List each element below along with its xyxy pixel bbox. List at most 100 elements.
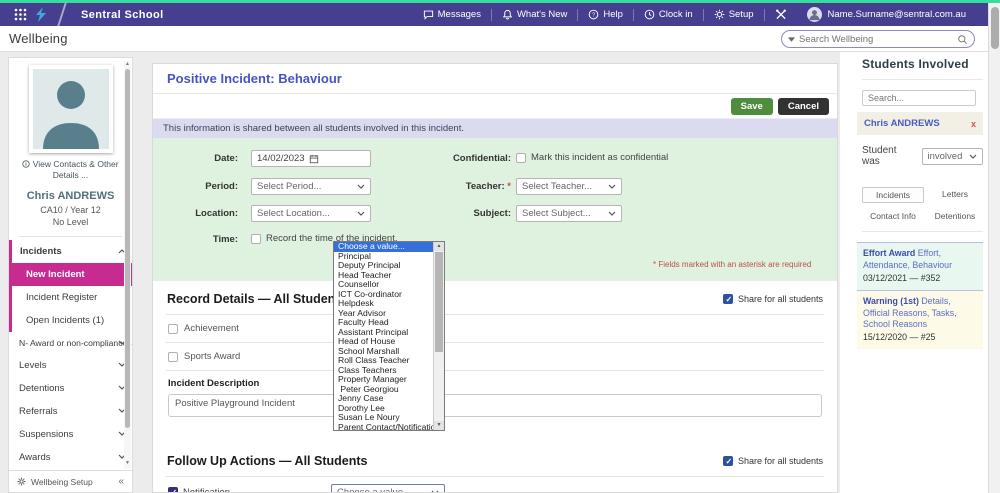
involvement-select[interactable]: involved (922, 148, 984, 165)
setup-button[interactable]: Setup (704, 3, 764, 26)
incident-form-card: Positive Incident: Behaviour Save Cancel… (152, 63, 838, 493)
student-search-input[interactable] (862, 90, 976, 106)
share-checkbox[interactable] (723, 294, 733, 304)
whats-new-button[interactable]: What's New (492, 3, 577, 26)
chevron-down-icon (357, 211, 365, 216)
chevron-down-icon (608, 184, 616, 189)
student-sidebar: View Contacts & Other Details ... Chris … (8, 57, 133, 493)
sports-award-row: Sports Award (166, 343, 824, 371)
achievement-checkbox[interactable] (168, 324, 178, 334)
dropdown-option[interactable]: Parent Contact/Notification (334, 423, 433, 431)
scroll-up-icon[interactable]: ▲ (124, 61, 131, 67)
module-title: Wellbeing (0, 31, 68, 46)
location-select[interactable]: Select Location... (251, 205, 371, 222)
dropdown-option[interactable]: Year Advisor (334, 309, 433, 319)
notification-select[interactable]: Choose a value... (331, 484, 445, 493)
tab-letters[interactable]: Letters (924, 187, 986, 203)
teacher-select[interactable]: Select Teacher... (516, 178, 622, 195)
dropdown-option[interactable]: Deputy Principal (334, 261, 433, 271)
dropdown-option[interactable]: Susan Le Noury (334, 413, 433, 423)
date-input[interactable]: 14/02/2023 (251, 150, 371, 167)
help-button[interactable]: ? Help (578, 3, 633, 26)
dropdown-option[interactable]: Head Teacher (334, 271, 433, 281)
notification-checkbox[interactable] (168, 487, 178, 493)
dropdown-option[interactable]: Counsellor (334, 280, 433, 290)
share-all-students: Share for all students (723, 456, 823, 466)
involved-student-name[interactable]: Chris ANDREWS (864, 118, 940, 129)
period-select[interactable]: Select Period... (251, 178, 371, 195)
search-input[interactable] (799, 34, 953, 45)
date-label: Date: (153, 153, 238, 164)
subject-select[interactable]: Select Subject... (516, 205, 622, 222)
sidebar-scrollbar[interactable] (124, 61, 131, 469)
tab-contact-info[interactable]: Contact Info (862, 209, 924, 223)
tab-incidents[interactable]: Incidents (862, 187, 924, 203)
menu-detentions[interactable]: Detentions (9, 377, 132, 400)
scroll-down-icon[interactable]: ▼ (434, 421, 444, 430)
dropdown-option[interactable]: Head of House (334, 337, 433, 347)
menu-incident-register[interactable]: Incident Register (12, 286, 132, 309)
dropdown-option[interactable]: Faculty Head (334, 318, 433, 328)
teacher-label: Teacher: * (423, 181, 511, 192)
menu-referrals[interactable]: Referrals (9, 400, 132, 423)
dropdown-option[interactable]: Roll Class Teacher (334, 356, 433, 366)
gear-icon (17, 477, 26, 486)
view-contacts-link[interactable]: View Contacts & Other Details ... (9, 159, 132, 181)
help-icon: ? (588, 9, 599, 20)
cancel-button[interactable]: Cancel (778, 98, 829, 115)
menu-open-incidents[interactable]: Open Incidents (1) (12, 309, 132, 332)
clock-in-button[interactable]: Clock in (634, 3, 703, 26)
dropdown-option[interactable]: Assistant Principal (334, 328, 433, 338)
search-icon[interactable] (957, 34, 968, 45)
share-checkbox[interactable] (723, 456, 733, 466)
student-photo[interactable] (29, 65, 113, 153)
dropdown-option[interactable]: Helpdesk (334, 299, 433, 309)
dropdown-scrollbar[interactable]: ▲ ▼ (433, 242, 444, 430)
search-caret-icon[interactable] (788, 37, 795, 42)
scrollbar-thumb[interactable] (435, 252, 443, 352)
messages-icon (423, 9, 434, 20)
menu-suspensions[interactable]: Suspensions (9, 423, 132, 446)
user-avatar[interactable] (807, 7, 822, 22)
menu-n-award[interactable]: N- Award or non-compliances (9, 332, 132, 354)
history-item-warning[interactable]: Warning (1st) Details, Official Reasons,… (857, 290, 983, 350)
divider (19, 236, 122, 237)
remove-student-icon[interactable]: x (971, 119, 976, 129)
menu-levels[interactable]: Levels (9, 354, 132, 377)
page-scrollbar[interactable] (988, 3, 1000, 493)
save-button[interactable]: Save (731, 98, 773, 115)
menu-awards[interactable]: Awards (9, 446, 132, 469)
tools-button[interactable] (765, 3, 797, 26)
history-item-effort-award[interactable]: Effort Award Effort, Attendance, Behavio… (857, 242, 983, 290)
user-email[interactable]: Name.Surname@sentral.com.au (828, 9, 966, 20)
menu-incidents[interactable]: Incidents (12, 240, 132, 263)
dropdown-option[interactable]: Class Teachers (334, 366, 433, 376)
dropdown-option[interactable]: Jenny Case (334, 394, 433, 404)
messages-button[interactable]: Messages (413, 3, 491, 26)
dropdown-option[interactable]: Peter Georgiou (334, 385, 433, 395)
subject-label: Subject: (423, 208, 511, 219)
menu-new-incident[interactable]: New Incident (12, 263, 132, 286)
wellbeing-setup-bar[interactable]: Wellbeing Setup « (9, 470, 132, 492)
dropdown-option[interactable]: ICT Co-ordinator (334, 290, 433, 300)
dropdown-option[interactable]: Property Manager (334, 375, 433, 385)
wellbeing-search[interactable] (781, 30, 975, 48)
dropdown-option[interactable]: Choose a value... (334, 242, 433, 252)
clock-icon (644, 9, 655, 20)
dropdown-option[interactable]: Principal (334, 252, 433, 262)
scroll-down-icon[interactable]: ▼ (124, 460, 131, 466)
app-grid-icon[interactable] (14, 8, 27, 21)
sentral-logo-icon[interactable] (35, 7, 47, 22)
scroll-up-icon[interactable]: ▲ (434, 242, 444, 251)
scrollbar-thumb[interactable] (991, 7, 999, 49)
dropdown-option[interactable]: Dorothy Lee (334, 404, 433, 414)
tab-detentions[interactable]: Detentions (924, 209, 986, 223)
confidential-checkbox[interactable] (516, 153, 526, 163)
navbar-slant-divider (57, 3, 66, 26)
time-checkbox[interactable] (251, 234, 261, 244)
incident-description-input[interactable]: Positive Playground Incident (168, 394, 822, 417)
collapse-sidebar-icon[interactable]: « (118, 476, 124, 487)
calendar-icon[interactable] (309, 154, 319, 164)
dropdown-option[interactable]: School Marshall (334, 347, 433, 357)
sports-award-checkbox[interactable] (168, 352, 178, 362)
